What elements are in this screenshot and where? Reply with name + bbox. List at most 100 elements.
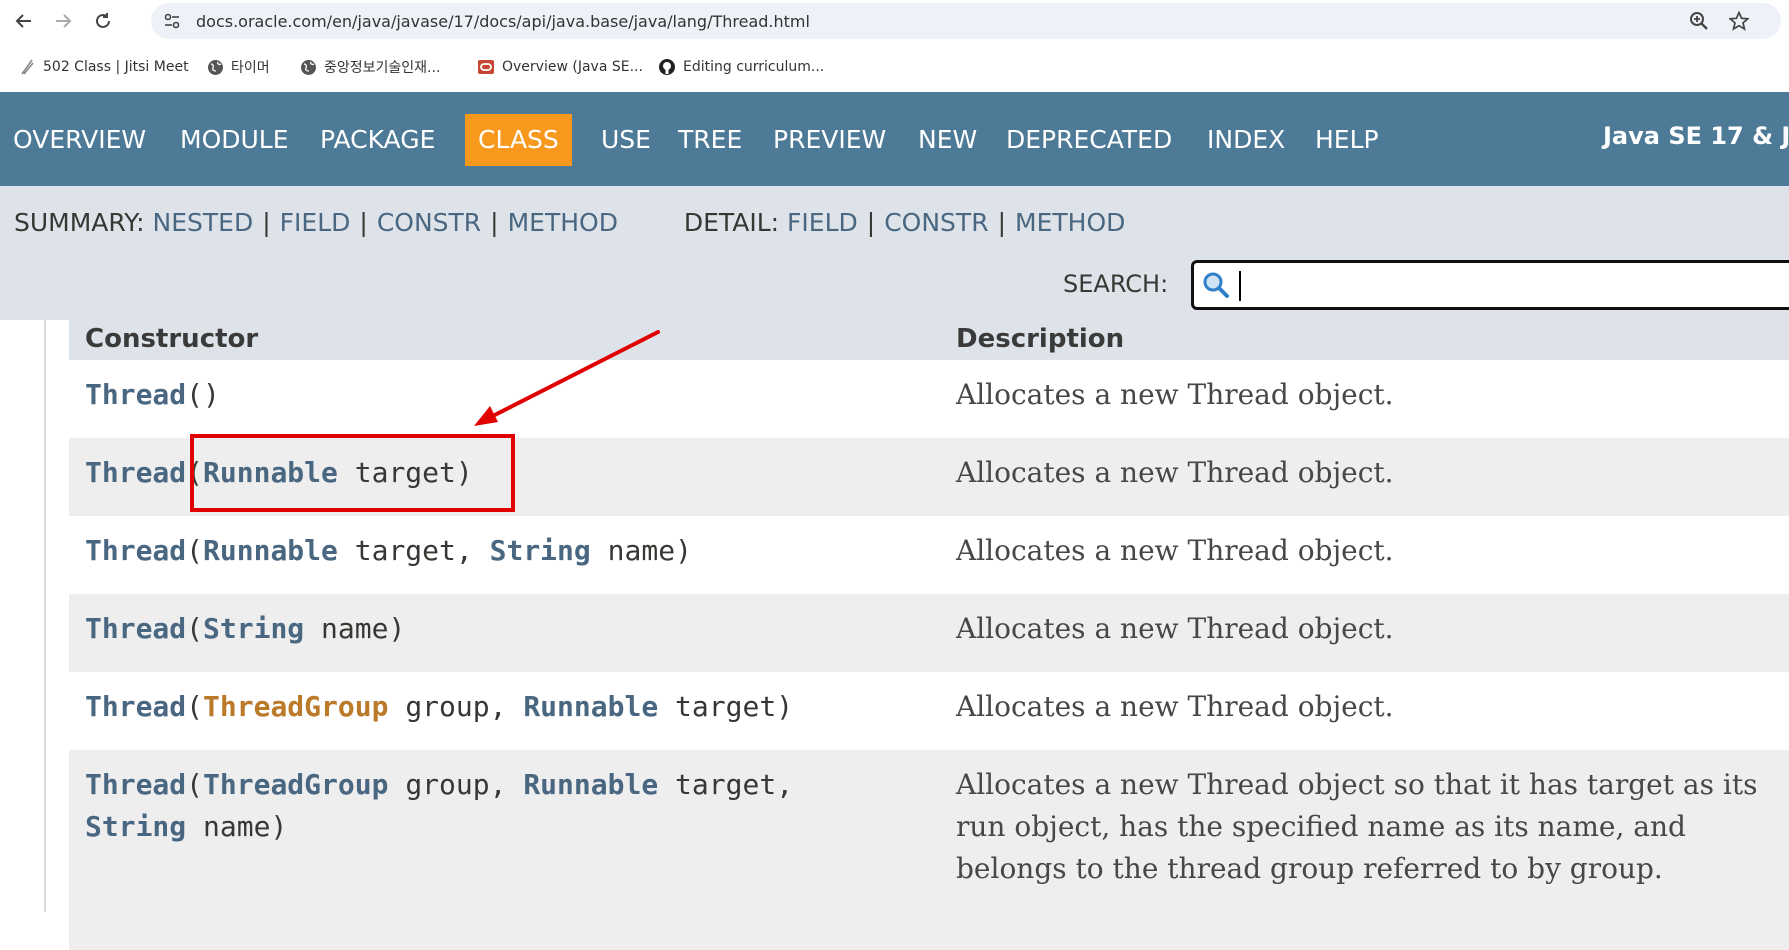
param-type-link[interactable]: ThreadGroup xyxy=(203,768,388,801)
summary-constr-link[interactable]: CONSTR xyxy=(377,208,481,237)
open-paren: ( xyxy=(186,612,204,645)
param-name: group xyxy=(405,690,490,723)
description-text: Allocates a new Thread object. xyxy=(956,456,1394,489)
nav-new[interactable]: NEW xyxy=(905,114,990,166)
bookmark-label: Editing curriculum... xyxy=(683,59,825,75)
github-icon xyxy=(658,58,676,76)
constructor-link[interactable]: Thread xyxy=(85,456,186,489)
description-text: Allocates a new Thread object. xyxy=(956,612,1394,645)
bookmark-label: 502 Class | Jitsi Meet xyxy=(43,59,189,75)
summary-method-link[interactable]: METHOD xyxy=(508,208,618,237)
search-input[interactable] xyxy=(1244,265,1748,305)
globe-icon xyxy=(299,58,317,76)
open-paren: ( xyxy=(186,690,204,723)
reload-icon[interactable] xyxy=(88,6,118,36)
constructor-link[interactable]: Thread xyxy=(85,534,186,567)
summary-nested-link[interactable]: NESTED xyxy=(153,208,254,237)
oracle-icon xyxy=(477,58,495,76)
constructor-link[interactable]: Thread xyxy=(85,768,186,801)
param-name: name xyxy=(203,810,271,843)
nav-index[interactable]: INDEX xyxy=(1194,114,1298,166)
param-name: group xyxy=(405,768,490,801)
bookmark-central-info[interactable]: 중앙정보기술인재... xyxy=(299,56,440,78)
constructor-description: Allocates a new Thread object so that it… xyxy=(956,764,1776,890)
zoom-icon[interactable] xyxy=(1688,10,1710,32)
param-type-link[interactable]: Runnable xyxy=(523,768,658,801)
constructor-signature: Thread(Runnable target, String name) xyxy=(85,534,692,567)
separator: | xyxy=(359,208,368,237)
param-type-link[interactable]: String xyxy=(85,810,186,843)
param-name: target xyxy=(354,534,456,567)
param-type-link[interactable]: String xyxy=(490,534,591,567)
nav-preview[interactable]: PREVIEW xyxy=(760,114,899,166)
nav-module[interactable]: MODULE xyxy=(167,114,302,166)
constructor-link[interactable]: Thread xyxy=(85,612,186,645)
param-type-link[interactable]: Runnable xyxy=(523,690,658,723)
bookmark-editing-curriculum[interactable]: Editing curriculum... xyxy=(658,56,824,78)
browser-toolbar: docs.oracle.com/en/java/javase/17/docs/a… xyxy=(0,0,1789,42)
close-paren: ) xyxy=(776,690,794,723)
description-text: Allocates a new Thread object. xyxy=(956,378,1394,411)
globe-icon xyxy=(206,58,224,76)
open-paren: ( xyxy=(186,378,204,411)
back-icon[interactable] xyxy=(9,6,39,36)
table-row: Thread(ThreadGroup group, Runnable targe… xyxy=(69,672,1789,750)
search-label: SEARCH: xyxy=(1063,270,1169,298)
summary-field-link[interactable]: FIELD xyxy=(280,208,351,237)
top-nav: OVERVIEW MODULE PACKAGE CLASS USE TREE P… xyxy=(0,92,1789,186)
jitsi-icon xyxy=(18,58,36,76)
table-row: Thread(ThreadGroup group, Runnable targe… xyxy=(69,750,1789,950)
address-bar[interactable]: docs.oracle.com/en/java/javase/17/docs/a… xyxy=(151,3,1781,39)
search-box[interactable] xyxy=(1191,260,1789,310)
separator: | xyxy=(262,208,271,237)
nav-class[interactable]: CLASS xyxy=(465,114,572,166)
detail-method-link[interactable]: METHOD xyxy=(1015,208,1125,237)
separator: | xyxy=(490,208,499,237)
constructor-signature: Thread() xyxy=(85,374,220,416)
param-name: name xyxy=(607,534,676,567)
star-icon[interactable] xyxy=(1728,10,1750,32)
bookmark-label: 타이머 xyxy=(231,60,270,76)
nav-package[interactable]: PACKAGE xyxy=(307,114,448,166)
url-text[interactable]: docs.oracle.com/en/java/javase/17/docs/a… xyxy=(196,12,810,31)
constructor-signature: Thread(ThreadGroup group, Runnable targe… xyxy=(85,690,794,723)
nav-help[interactable]: HELP xyxy=(1302,114,1392,166)
separator: | xyxy=(866,208,876,237)
open-paren: ( xyxy=(186,768,204,801)
forward-icon[interactable] xyxy=(48,6,78,36)
bookmark-jitsi[interactable]: 502 Class | Jitsi Meet xyxy=(18,56,189,78)
detail-field-link[interactable]: FIELD xyxy=(787,208,858,237)
nav-use[interactable]: USE xyxy=(588,114,664,166)
summary-label: SUMMARY: xyxy=(14,208,145,237)
description-text: Allocates a new Thread object so that it… xyxy=(956,768,1758,885)
param-name: target xyxy=(675,768,777,801)
constructor-summary-table: Constructor Description Thread() Allocat… xyxy=(69,320,1789,950)
nav-deprecated[interactable]: DEPRECATED xyxy=(993,114,1185,166)
annotation-highlight-box xyxy=(190,434,515,512)
constructor-link[interactable]: Thread xyxy=(85,378,186,411)
close-paren: ) xyxy=(675,534,692,567)
bookmark-timer[interactable]: 타이머 xyxy=(206,56,270,78)
table-row: Thread(String name) Allocates a new Thre… xyxy=(69,594,1789,672)
param-type-link[interactable]: Runnable xyxy=(203,534,338,567)
nav-tree[interactable]: TREE xyxy=(665,114,755,166)
site-info-icon[interactable] xyxy=(163,12,181,30)
table-row: Thread(Runnable target, String name) All… xyxy=(69,516,1789,594)
table-row: Thread() Allocates a new Thread object. xyxy=(69,360,1789,438)
param-type-link[interactable]: ThreadGroup xyxy=(203,690,388,723)
nav-overview[interactable]: OVERVIEW xyxy=(0,114,159,166)
param-type-link[interactable]: String xyxy=(203,612,304,645)
left-gutter xyxy=(0,320,46,912)
description-column-header: Description xyxy=(956,324,1125,354)
param-name: name xyxy=(321,612,389,645)
bookmark-java-overview[interactable]: Overview (Java SE... xyxy=(477,56,643,78)
annotation-arrow-icon xyxy=(474,330,660,426)
description-text: Allocates a new Thread object. xyxy=(956,690,1394,723)
bookmarks-bar: 502 Class | Jitsi Meet 타이머 중앙정보기술인재... O… xyxy=(0,42,1789,92)
bookmark-label: 중앙정보기술인재... xyxy=(324,60,441,76)
table-header: Constructor Description xyxy=(69,320,1789,360)
constructor-description: Allocates a new Thread object. xyxy=(956,374,1776,416)
constructor-link[interactable]: Thread xyxy=(85,690,186,723)
constructor-column-header: Constructor xyxy=(85,324,259,354)
detail-constr-link[interactable]: CONSTR xyxy=(884,208,988,237)
